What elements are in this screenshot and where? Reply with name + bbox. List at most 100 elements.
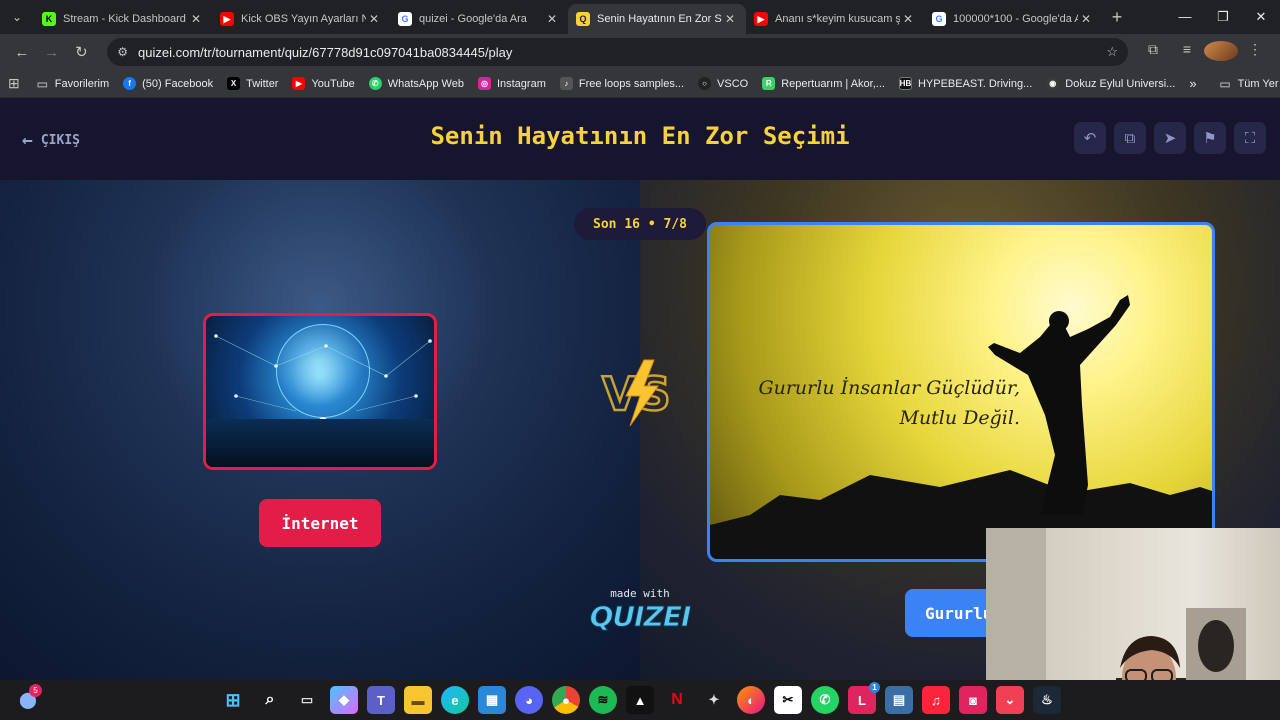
bookmark-youtube[interactable]: ▶ YouTube (292, 77, 355, 90)
firefox-icon[interactable]: ◐ (737, 686, 765, 714)
extensions-icon[interactable]: ⧉ (1136, 41, 1170, 64)
address-bar[interactable]: ⚙ quizei.com/tr/tournament/quiz/67778d91… (107, 38, 1129, 66)
bookmark-dokuz-eylul[interactable]: ◉ Dokuz Eylul Universi... (1046, 77, 1175, 90)
youtube-icon: ▶ (754, 12, 768, 26)
bookmark-label: (50) Facebook (142, 77, 214, 90)
apps-grid-icon[interactable]: ⊞ (8, 75, 20, 92)
made-with-quizei[interactable]: made with QUIZEI (588, 587, 692, 634)
browser-tab-bar: ⌄ K Stream - Kick Dashboard ✕ ▶ Kick OBS… (0, 0, 1280, 34)
avatar (1204, 40, 1239, 61)
url-text[interactable]: quizei.com/tr/tournament/quiz/67778d91c0… (138, 45, 1106, 60)
site-info-icon[interactable]: ⚙ (117, 45, 128, 59)
task-view-icon[interactable]: ▭ (293, 686, 321, 714)
start-icon[interactable]: ⊞ (219, 686, 247, 714)
game-icon[interactable]: ✦ (700, 686, 728, 714)
tab-title: 100000*100 - Google'da A (953, 13, 1078, 25)
minimize-icon[interactable]: — (1166, 9, 1204, 25)
netflix-icon[interactable]: N (663, 686, 691, 714)
tab-4[interactable]: ▶ Ananı s*keyim kusucam şi ✕ (746, 4, 924, 34)
capcut-icon[interactable]: ✂ (774, 686, 802, 714)
bookmark-whatsapp[interactable]: ✆ WhatsApp Web (368, 77, 464, 90)
send-icon[interactable]: ➤ (1154, 122, 1186, 154)
close-icon[interactable]: ✕ (188, 12, 204, 26)
bookmark-instagram[interactable]: ◎ Instagram (477, 77, 546, 90)
bookmark-label: Repertuarım | Akor,... (781, 77, 885, 90)
bookmark-star-icon[interactable]: ☆ (1106, 44, 1118, 60)
all-bookmarks-folder[interactable]: ▭ Tüm Yer İşaretleri (1219, 77, 1280, 91)
window-controls: — ❐ ✕ (1166, 9, 1280, 25)
new-tab-button[interactable]: + (1102, 7, 1132, 28)
google-icon: G (932, 12, 946, 26)
close-window-icon[interactable]: ✕ (1242, 9, 1280, 25)
copilot-icon[interactable]: ◆ (330, 686, 358, 714)
flag-icon[interactable]: ⚑ (1194, 122, 1226, 154)
game-controller-icon[interactable]: ◙ (959, 686, 987, 714)
bookmark-vsco[interactable]: ○ VSCO (698, 77, 748, 90)
teams-icon[interactable]: T (367, 686, 395, 714)
tab-search-chevron-icon[interactable]: ⌄ (0, 0, 34, 34)
bookmark-label: YouTube (311, 77, 355, 90)
menu-icon[interactable]: ⋮ (1238, 41, 1272, 64)
fullscreen-icon[interactable]: ⛶ (1234, 122, 1266, 154)
close-icon[interactable]: ✕ (544, 12, 560, 26)
bookmark-label: Dokuz Eylul Universi... (1065, 77, 1176, 90)
undo-icon[interactable]: ↶ (1074, 122, 1106, 154)
close-icon[interactable]: ✕ (722, 12, 738, 26)
taskbar: ⬤ 5 ⊞ ⌕ ▭ ◆ T ▬ e ▦ ◕ ● ≋ ▲ N ✦ ◐ ✂ ✆ L1 … (0, 680, 1280, 720)
tab-5[interactable]: G 100000*100 - Google'da A ✕ (924, 4, 1102, 34)
tab-0[interactable]: K Stream - Kick Dashboard ✕ (34, 4, 212, 34)
repertuar-icon: R (762, 77, 776, 90)
affinity-icon[interactable]: ▲ (626, 686, 654, 714)
close-icon[interactable]: ✕ (900, 12, 916, 26)
steam-icon[interactable]: ♨ (1033, 686, 1061, 714)
notifications-icon[interactable]: ⬤ 5 (14, 684, 42, 714)
bookmark-label: Favorilerim (54, 77, 110, 90)
bookmark-label: HYPEBEAST. Driving... (917, 77, 1033, 90)
whatsapp-icon[interactable]: ✆ (811, 686, 839, 714)
browser-toolbar: ← → ↻ ⚙ quizei.com/tr/tournament/quiz/67… (0, 34, 1280, 70)
tab-title: Kick OBS Yayın Ayarları Na (241, 13, 366, 25)
vsco-icon: ○ (698, 77, 712, 90)
music-icon[interactable]: ♫ (922, 686, 950, 714)
vs-badge-icon: VS (601, 359, 672, 427)
tab-2[interactable]: G quizei - Google'da Ara ✕ (390, 4, 568, 34)
profile-avatar[interactable] (1204, 40, 1239, 64)
restore-icon[interactable]: ❐ (1204, 9, 1242, 25)
spotify-icon[interactable]: ≋ (589, 686, 617, 714)
close-icon[interactable]: ✕ (366, 12, 382, 26)
right-option-image[interactable]: Gururlu İnsanlar Güçlüdür, Mutlu Değil. (707, 222, 1215, 562)
forward-icon[interactable]: → (38, 38, 66, 66)
quote-line-2: Mutlu Değil. (899, 407, 1020, 429)
left-option-image[interactable] (203, 313, 437, 470)
back-icon[interactable]: ← (8, 38, 36, 66)
store-icon[interactable]: ▦ (478, 686, 506, 714)
bookmark-hypebeast[interactable]: HB HYPEBEAST. Driving... (898, 77, 1033, 90)
city-skyline (206, 419, 434, 467)
discord-icon[interactable]: ◕ (515, 686, 543, 714)
share-icon[interactable]: ⧉ (1114, 122, 1146, 154)
google-icon: G (398, 12, 412, 26)
edge-icon[interactable]: e (441, 686, 469, 714)
more-bookmarks-icon[interactable]: » (1189, 76, 1196, 91)
reload-icon[interactable]: ↻ (68, 38, 96, 66)
bookmark-label: Twitter (246, 77, 279, 90)
bookmark-facebook[interactable]: f (50) Facebook (123, 77, 213, 90)
bookmark-favorilerim[interactable]: ▭ Favorilerim (36, 77, 110, 91)
bookmark-loops[interactable]: ♪ Free loops samples... (559, 77, 684, 90)
instagram-icon: ◎ (477, 77, 491, 90)
left-option-button[interactable]: İnternet (259, 499, 381, 547)
tab-1[interactable]: ▶ Kick OBS Yayın Ayarları Na ✕ (212, 4, 390, 34)
bookmark-repertuar[interactable]: R Repertuarım | Akor,... (762, 77, 885, 90)
bookmark-twitter[interactable]: X Twitter (227, 77, 278, 90)
bookmark-label: Instagram (496, 77, 546, 90)
pocket-icon[interactable]: ⌄ (996, 686, 1024, 714)
tab-3[interactable]: Q Senin Hayatının En Zor Seç ✕ (568, 4, 746, 34)
quiz-header: ← ÇIKIŞ Senin Hayatının En Zor Seçimi ↶ … (0, 98, 1280, 180)
chrome-icon[interactable]: ● (552, 686, 580, 714)
lightshot-icon[interactable]: L1 (848, 682, 880, 714)
search-icon[interactable]: ⌕ (256, 686, 284, 714)
close-icon[interactable]: ✕ (1078, 12, 1094, 26)
media-control-icon[interactable]: ≡ (1170, 41, 1204, 64)
file-explorer-icon[interactable]: ▬ (404, 686, 432, 714)
app-window-icon[interactable]: ▤ (885, 686, 913, 714)
